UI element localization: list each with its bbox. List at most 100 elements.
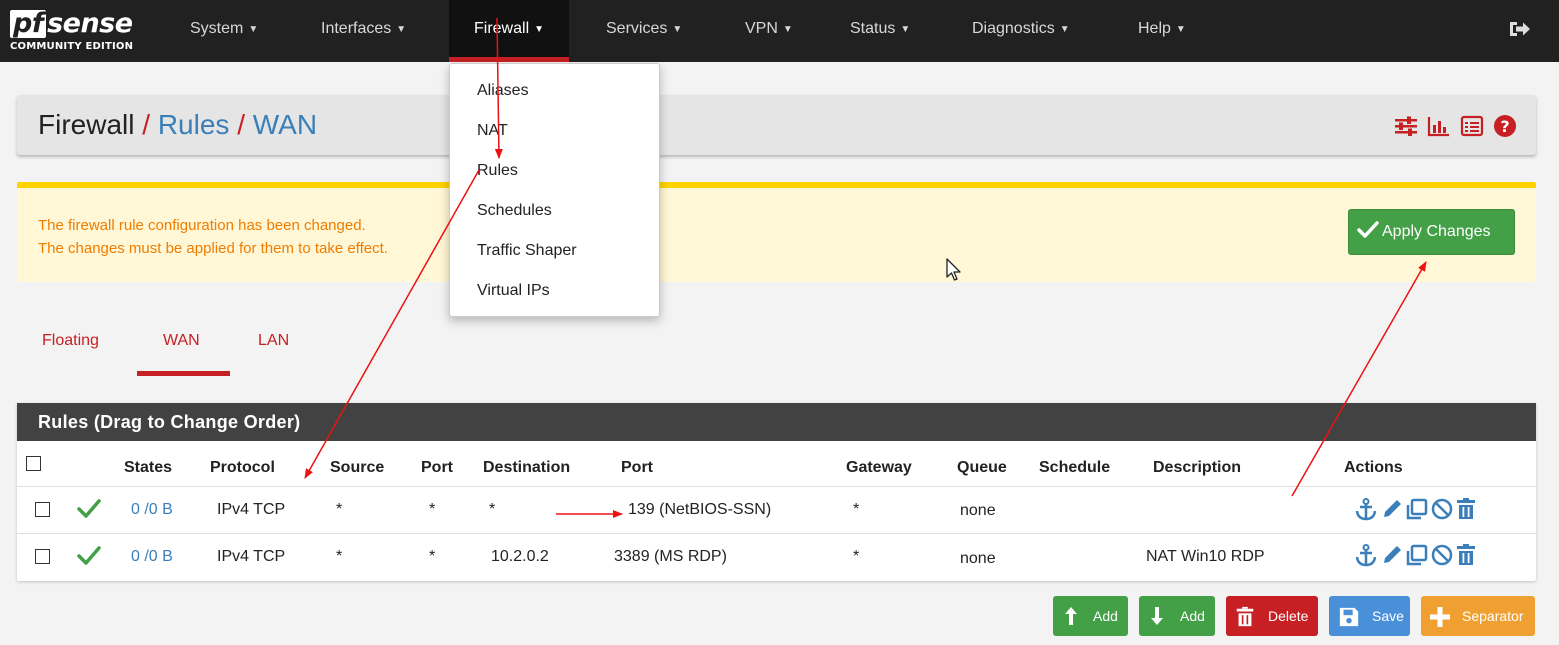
- row-divider: [17, 533, 1536, 534]
- caret-down-icon: ▼: [1175, 24, 1186, 35]
- panel-icon-group: ?: [1393, 113, 1523, 139]
- add-bottom-button[interactable]: Add: [1139, 596, 1215, 636]
- plus-icon: [1430, 607, 1450, 627]
- question-circle-icon[interactable]: ?: [1492, 113, 1518, 139]
- copy-icon[interactable]: [1405, 543, 1429, 567]
- nav-interfaces-label: Interfaces: [321, 20, 392, 37]
- save-label: Save: [1372, 608, 1404, 624]
- anchor-icon[interactable]: [1354, 543, 1378, 567]
- col-header-states[interactable]: States: [124, 457, 172, 479]
- delete-button[interactable]: Delete: [1226, 596, 1318, 636]
- row-checkbox[interactable]: [35, 549, 50, 564]
- row-description: NAT Win10 RDP: [1146, 548, 1265, 565]
- tab-floating[interactable]: Floating: [42, 330, 99, 352]
- row-states[interactable]: 0 /0 B: [131, 499, 173, 521]
- row-gateway: *: [853, 548, 860, 565]
- menu-item-aliases[interactable]: Aliases: [477, 81, 529, 101]
- row-source: *: [336, 501, 343, 518]
- caret-down-icon: ▼: [396, 24, 407, 35]
- row-source-port: *: [429, 501, 436, 518]
- firewall-dropdown-menu: Aliases NAT Rules Schedules Traffic Shap…: [449, 63, 660, 317]
- col-header-queue[interactable]: Queue: [957, 457, 1007, 479]
- active-tab-indicator: [137, 371, 230, 376]
- nav-interfaces[interactable]: Interfaces ▼: [321, 0, 406, 62]
- add-top-label: Add: [1093, 608, 1118, 624]
- row-states[interactable]: 0 /0 B: [131, 546, 173, 568]
- nav-firewall-label: Firewall: [474, 20, 530, 37]
- rules-panel-title: Rules (Drag to Change Order): [17, 403, 1536, 441]
- col-header-source[interactable]: Source: [330, 457, 384, 479]
- list-icon[interactable]: [1459, 113, 1485, 139]
- save-button[interactable]: Save: [1329, 596, 1410, 636]
- breadcrumb-rules-link[interactable]: Rules: [158, 109, 230, 140]
- trash-icon[interactable]: [1454, 497, 1478, 521]
- alert-line-1: The firewall rule configuration has been…: [38, 217, 366, 234]
- row-destination: 10.2.0.2: [491, 548, 549, 565]
- alert-text: The firewall rule configuration has been…: [38, 214, 388, 260]
- delete-label: Delete: [1268, 608, 1309, 624]
- caret-down-icon: ▼: [900, 24, 911, 35]
- row-queue: none: [960, 502, 996, 519]
- col-header-source-port[interactable]: Port: [421, 457, 453, 479]
- trash-icon[interactable]: [1454, 543, 1478, 567]
- row-gateway: *: [853, 501, 860, 518]
- check-icon: [1357, 221, 1379, 238]
- caret-down-icon: ▼: [534, 24, 545, 35]
- anchor-icon[interactable]: [1354, 497, 1378, 521]
- col-header-protocol[interactable]: Protocol: [210, 457, 275, 479]
- col-header-description[interactable]: Description: [1153, 457, 1241, 479]
- pencil-icon[interactable]: [1380, 497, 1404, 521]
- caret-down-icon: ▼: [782, 24, 793, 35]
- menu-item-traffic-shaper[interactable]: Traffic Shaper: [477, 241, 577, 261]
- config-changed-alert: The firewall rule configuration has been…: [17, 182, 1536, 282]
- menu-item-virtual-ips[interactable]: Virtual IPs: [477, 281, 550, 301]
- pfsense-logo[interactable]: pf sense COMMUNITY EDITION: [10, 8, 160, 58]
- nav-diagnostics[interactable]: Diagnostics ▼: [972, 0, 1070, 62]
- nav-status[interactable]: Status ▼: [850, 0, 910, 62]
- nav-services[interactable]: Services ▼: [606, 0, 682, 62]
- tab-wan[interactable]: WAN: [163, 330, 200, 352]
- logo-sense: sense: [47, 8, 133, 39]
- ban-icon[interactable]: [1430, 497, 1454, 521]
- apply-changes-button[interactable]: Apply Changes: [1348, 209, 1515, 255]
- pass-check-icon: [77, 546, 101, 565]
- row-checkbox[interactable]: [35, 502, 50, 517]
- sign-out-icon[interactable]: [1507, 17, 1531, 41]
- select-all-checkbox[interactable]: [26, 456, 41, 471]
- nav-system[interactable]: System ▼: [190, 0, 258, 62]
- nav-status-label: Status: [850, 20, 896, 37]
- add-top-button[interactable]: Add: [1053, 596, 1128, 636]
- sliders-icon[interactable]: [1393, 113, 1419, 139]
- pencil-icon[interactable]: [1380, 543, 1404, 567]
- menu-item-schedules[interactable]: Schedules: [477, 201, 552, 221]
- row-source: *: [336, 548, 343, 565]
- col-header-schedule[interactable]: Schedule: [1039, 457, 1110, 479]
- breadcrumb-separator: /: [237, 109, 245, 140]
- row-destination: *: [489, 501, 496, 518]
- row-destination-port: 139 (NetBIOS-SSN): [628, 501, 772, 518]
- rules-panel: Rules (Drag to Change Order) States Prot…: [17, 403, 1536, 581]
- bar-chart-icon[interactable]: [1426, 113, 1452, 139]
- logo-edition: COMMUNITY EDITION: [10, 41, 134, 52]
- nav-firewall[interactable]: Firewall ▼: [449, 0, 570, 62]
- ban-icon[interactable]: [1430, 543, 1454, 567]
- col-header-destination[interactable]: Destination: [483, 457, 570, 479]
- caret-down-icon: ▼: [672, 24, 683, 35]
- level-down-icon: [1151, 607, 1163, 625]
- breadcrumb-wan-link[interactable]: WAN: [253, 109, 317, 140]
- col-header-gateway[interactable]: Gateway: [846, 457, 912, 479]
- separator-button[interactable]: Separator: [1421, 596, 1535, 636]
- nav-services-label: Services: [606, 20, 668, 37]
- col-header-actions: Actions: [1344, 459, 1403, 476]
- col-header-destination-port[interactable]: Port: [621, 457, 653, 479]
- copy-icon[interactable]: [1405, 497, 1429, 521]
- row-protocol: IPv4 TCP: [217, 501, 286, 518]
- nav-help[interactable]: Help ▼: [1138, 0, 1186, 62]
- header-divider: [17, 486, 1536, 487]
- add-bottom-label: Add: [1180, 608, 1205, 624]
- menu-item-rules[interactable]: Rules: [477, 161, 518, 181]
- nav-vpn[interactable]: VPN ▼: [745, 0, 793, 62]
- menu-item-nat[interactable]: NAT: [477, 121, 508, 141]
- tab-lan[interactable]: LAN: [258, 330, 289, 352]
- caret-down-icon: ▼: [248, 24, 259, 35]
